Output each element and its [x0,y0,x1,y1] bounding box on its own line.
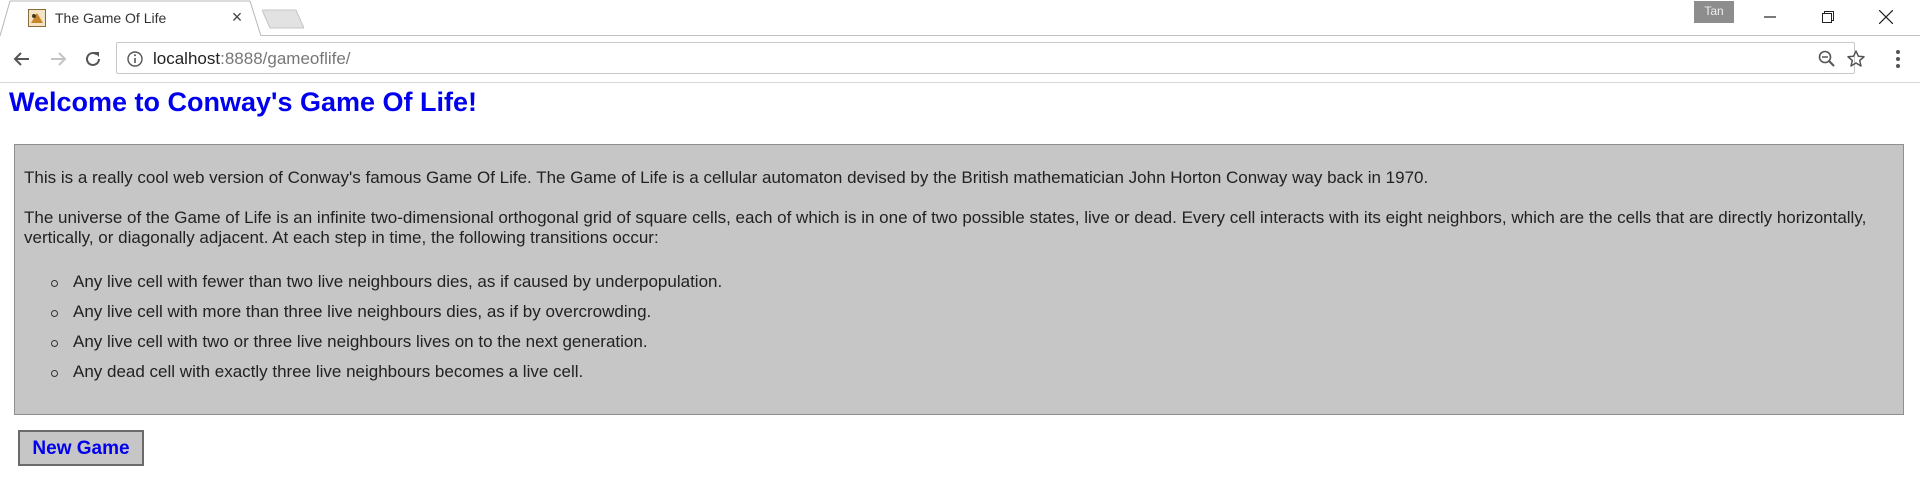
rule-item: Any live cell with more than three live … [15,302,722,332]
rule-text: Any dead cell with exactly three live ne… [73,362,584,381]
tab-title: The Game Of Life [55,10,167,26]
info-icon[interactable] [126,50,144,68]
description-paragraph: The universe of the Game of Life is an i… [24,208,1867,247]
bullet-circle-icon [51,370,58,377]
bullet-circle-icon [51,340,58,347]
rules-list: Any live cell with fewer than two live n… [15,272,722,392]
forward-button[interactable] [44,45,72,73]
window-close-button[interactable] [1857,0,1915,34]
rule-text: Any live cell with more than three live … [73,302,652,321]
rule-item: Any live cell with two or three live nei… [15,332,722,362]
forward-arrow-icon [51,52,67,66]
restore-button[interactable] [1799,0,1857,34]
kebab-menu-icon[interactable] [1886,44,1910,74]
address-bar[interactable]: localhost:8888/gameoflife/ [116,42,1865,74]
reload-icon [86,51,100,66]
tab-strip: The Game Of Life × Tan [0,0,1920,37]
info-box: This is a really cool web version of Con… [14,144,1904,415]
browser-tab[interactable]: The Game Of Life × [0,0,262,37]
rule-item: Any dead cell with exactly three live ne… [15,362,722,392]
profile-badge[interactable]: Tan [1694,1,1734,23]
back-arrow-icon [13,52,29,66]
new-tab-button[interactable] [262,9,304,29]
bullet-circle-icon [51,280,58,287]
intro-paragraph: This is a really cool web version of Con… [24,168,1429,187]
rule-item: Any live cell with fewer than two live n… [15,272,722,302]
page-content: Welcome to Conway's Game Of Life! This i… [0,83,1920,487]
zoom-out-icon[interactable] [1817,49,1837,69]
url-text[interactable]: localhost:8888/gameoflife/ [153,49,351,69]
url-host: localhost [153,49,221,68]
browser-toolbar: localhost:8888/gameoflife/ [0,36,1920,83]
page-title: Welcome to Conway's Game Of Life! [9,87,478,117]
restore-icon [1822,11,1834,23]
rule-text: Any live cell with two or three live nei… [73,332,648,351]
reload-button[interactable] [79,45,107,73]
url-path: :8888/gameoflife/ [220,49,351,68]
back-button[interactable] [8,45,36,73]
star-icon[interactable] [1846,49,1866,69]
minimize-button[interactable] [1741,0,1799,34]
new-game-button[interactable]: New Game [18,430,144,466]
close-icon [1879,10,1893,24]
bullet-circle-icon [51,310,58,317]
game-of-life-favicon [28,9,46,27]
tab-close-icon[interactable]: × [227,7,247,27]
minimize-icon [1764,16,1776,18]
rule-text: Any live cell with fewer than two live n… [73,272,723,291]
